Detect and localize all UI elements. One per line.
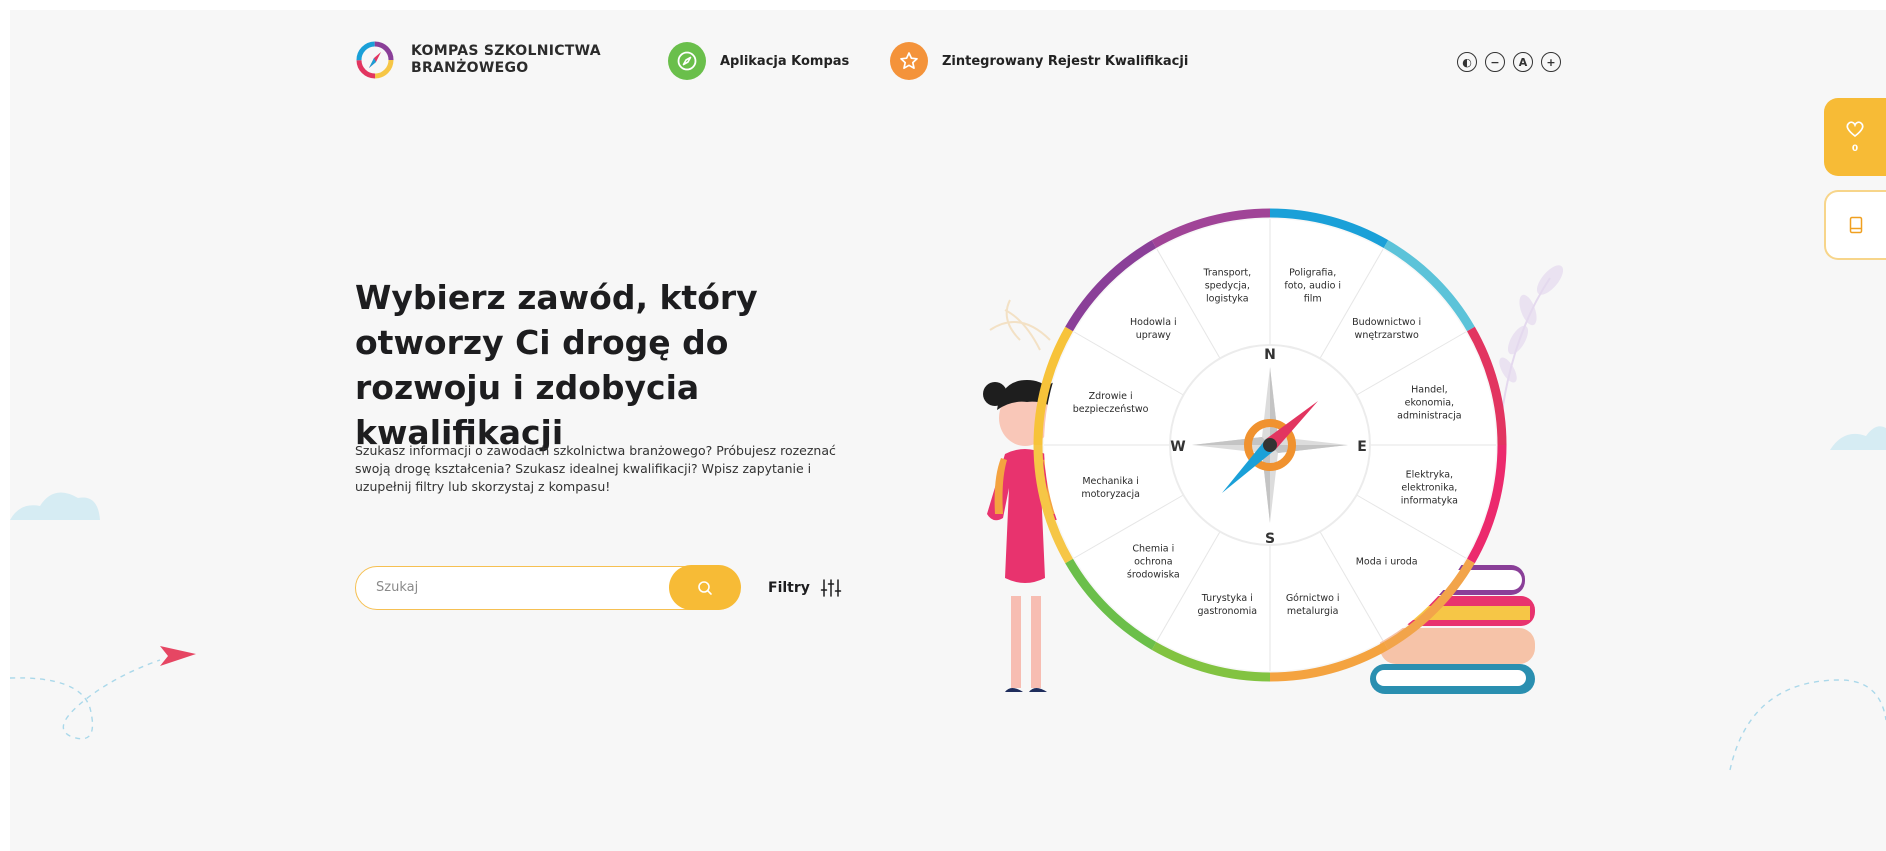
notebook-tab[interactable]	[1824, 190, 1886, 260]
book-icon	[1849, 216, 1863, 234]
search-box	[355, 565, 741, 610]
direction-s: S	[1265, 531, 1275, 547]
logo-text: KOMPAS SZKOLNICTWA BRANŻOWEGO	[411, 43, 601, 77]
dashed-trail-right	[1729, 679, 1886, 771]
cloud-right	[1830, 426, 1886, 450]
site-logo[interactable]: KOMPAS SZKOLNICTWA BRANŻOWEGO	[355, 40, 601, 80]
favorites-tab[interactable]: 0	[1824, 98, 1886, 176]
compass-pivot	[1263, 438, 1277, 452]
font-increase-button[interactable]: +	[1541, 52, 1561, 72]
search-input[interactable]	[376, 567, 656, 608]
background-decorations	[10, 265, 1886, 771]
hero-headline: Wybierz zawód, który otworzy Ci drogę do…	[355, 278, 758, 452]
heart-icon	[1846, 121, 1864, 138]
direction-n: N	[1264, 347, 1276, 363]
hero-lead: Szukasz informacji o zawodach szkolnictw…	[355, 443, 836, 494]
compass-icon	[668, 42, 706, 80]
sector-label-4: Elektryka, elektronika, informatyka	[1401, 470, 1458, 507]
sector-label-12: Transport, spedycja, logistyka	[1202, 268, 1251, 305]
compass-wheel[interactable]: Poligrafia, foto, audio i filmBudownictwo …	[950, 205, 1510, 685]
contrast-toggle-button[interactable]: ◐	[1457, 52, 1477, 72]
nav-compass-app-link[interactable]: Aplikacja Kompas	[668, 42, 849, 80]
header: KOMPAS SZKOLNICTWA BRANŻOWEGO Aplikacja …	[10, 30, 1886, 86]
paper-plane	[160, 646, 196, 666]
accessibility-controls: ◐ − A +	[1457, 52, 1561, 72]
font-decrease-button[interactable]: −	[1485, 52, 1505, 72]
star-icon	[890, 42, 928, 80]
direction-e: E	[1357, 439, 1367, 455]
nav-registry-label: Zintegrowany Rejestr Kwalifikacji	[942, 53, 1189, 69]
cloud-left	[10, 492, 100, 520]
sliders-icon	[820, 579, 842, 597]
logo-compass-icon	[356, 41, 394, 79]
logo-line-1: KOMPAS SZKOLNICTWA	[411, 43, 601, 59]
sector-label-5: Moda i uroda	[1356, 557, 1418, 568]
search-button[interactable]	[669, 565, 741, 610]
filters-button[interactable]: Filtry	[768, 578, 842, 598]
font-reset-button[interactable]: A	[1513, 52, 1533, 72]
sector-label-8: Chemia i ochrona środowiska	[1127, 544, 1180, 581]
search-icon	[698, 580, 712, 595]
filters-label: Filtry	[768, 580, 810, 596]
page: KOMPAS SZKOLNICTWA BRANŻOWEGO Aplikacja …	[10, 10, 1886, 851]
nav-registry-link[interactable]: Zintegrowany Rejestr Kwalifikacji	[890, 42, 1188, 80]
nav-compass-label: Aplikacja Kompas	[720, 53, 850, 69]
favorites-count: 0	[1851, 144, 1859, 154]
direction-w: W	[1170, 439, 1185, 455]
dashed-trail-left	[10, 659, 161, 740]
logo-line-2: BRANŻOWEGO	[411, 60, 529, 76]
